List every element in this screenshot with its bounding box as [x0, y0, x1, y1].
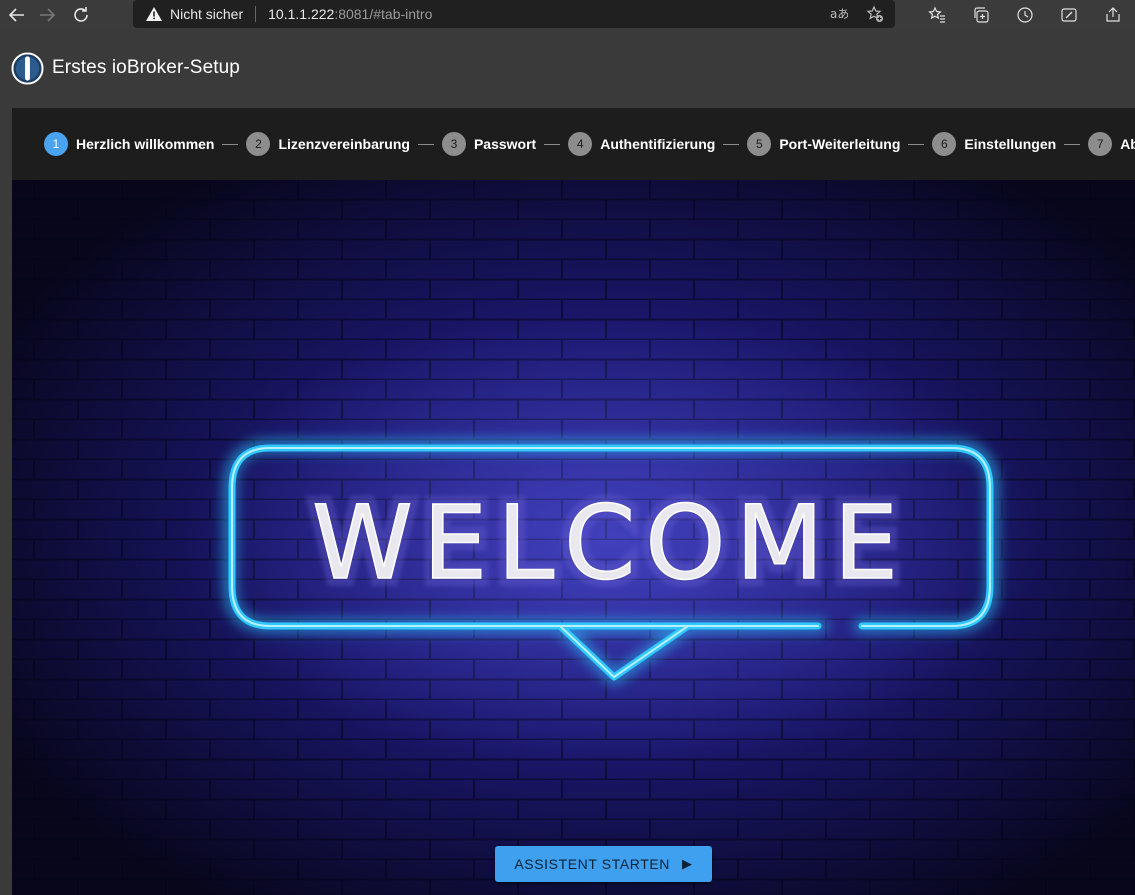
forward-icon[interactable]	[32, 0, 62, 30]
step-label: Lizenzvereinbarung	[278, 136, 410, 152]
address-bar[interactable]: Nicht sicher 10.1.1.222:8081/#tab-intro …	[133, 0, 895, 28]
collections-icon[interactable]	[959, 0, 1003, 30]
svg-text:aあ: aあ	[830, 7, 848, 21]
step-connector	[544, 143, 561, 145]
wizard-content: 1 Herzlich willkommen 2 Lizenzvereinbaru…	[12, 108, 1135, 895]
back-icon[interactable]	[2, 0, 32, 30]
step-connector	[222, 143, 239, 145]
step-label: Herzlich willkommen	[76, 136, 215, 152]
step-label: Authentifizierung	[600, 136, 716, 152]
welcome-neon-text: WELCOME	[312, 484, 908, 603]
welcome-neon-image: WELCOME WELCOME	[12, 180, 1135, 895]
step-license[interactable]: 2 Lizenzvereinbarung	[246, 132, 410, 156]
start-wizard-label: ASSISTENT STARTEN	[514, 856, 671, 872]
step-number: 4	[568, 132, 593, 156]
address-separator	[255, 6, 257, 22]
iobroker-logo-icon	[11, 51, 44, 85]
browser-toolbar-icons	[915, 0, 1135, 30]
step-number: 6	[932, 132, 957, 156]
step-label: Port-Weiterleitung	[779, 136, 901, 152]
step-authentication[interactable]: 4 Authentifizierung	[568, 132, 715, 156]
play-icon: ▶	[682, 856, 693, 871]
step-welcome[interactable]: 1 Herzlich willkommen	[44, 132, 214, 156]
step-number: 5	[747, 132, 772, 156]
page-title: Erstes ioBroker-Setup	[52, 57, 240, 78]
step-number: 7	[1088, 132, 1113, 156]
add-favorite-icon[interactable]	[866, 5, 884, 26]
welcome-banner: WELCOME WELCOME	[12, 180, 1135, 895]
url-path: :8081/#tab-intro	[334, 6, 433, 22]
step-connector	[417, 143, 434, 145]
step-password[interactable]: 3 Passwort	[441, 132, 537, 156]
step-connector	[1064, 143, 1081, 145]
url-text[interactable]: 10.1.1.222:8081/#tab-intro	[268, 6, 432, 22]
step-settings[interactable]: 6 Einstellungen	[932, 132, 1056, 156]
favorites-icon[interactable]	[915, 0, 959, 30]
step-label: Passwort	[473, 136, 537, 152]
step-number: 3	[441, 132, 466, 156]
step-number: 2	[246, 132, 271, 156]
start-wizard-button[interactable]: ASSISTENT STARTEN ▶	[495, 846, 712, 882]
warning-icon[interactable]	[145, 6, 163, 22]
browser-toolbar: Nicht sicher 10.1.1.222:8081/#tab-intro …	[0, 0, 1135, 30]
step-port-forwarding[interactable]: 5 Port-Weiterleitung	[747, 132, 900, 156]
step-number: 1	[44, 132, 68, 156]
step-label: Einstellungen	[964, 136, 1057, 152]
read-aloud-icon[interactable]: aあ	[830, 6, 849, 25]
screenshot-icon[interactable]	[1047, 0, 1091, 30]
step-finish[interactable]: 7 Abschlie	[1088, 132, 1135, 156]
step-connector	[723, 143, 740, 145]
url-host: 10.1.1.222	[268, 6, 335, 22]
step-label: Abschlie	[1120, 136, 1135, 152]
share-icon[interactable]	[1091, 0, 1135, 30]
step-connector	[908, 143, 925, 145]
wizard-stepper: 1 Herzlich willkommen 2 Lizenzvereinbaru…	[12, 108, 1135, 180]
app-header: Erstes ioBroker-Setup	[0, 36, 1135, 100]
insecure-label[interactable]: Nicht sicher	[170, 6, 243, 22]
reload-icon[interactable]	[66, 0, 96, 30]
history-icon[interactable]	[1003, 0, 1047, 30]
